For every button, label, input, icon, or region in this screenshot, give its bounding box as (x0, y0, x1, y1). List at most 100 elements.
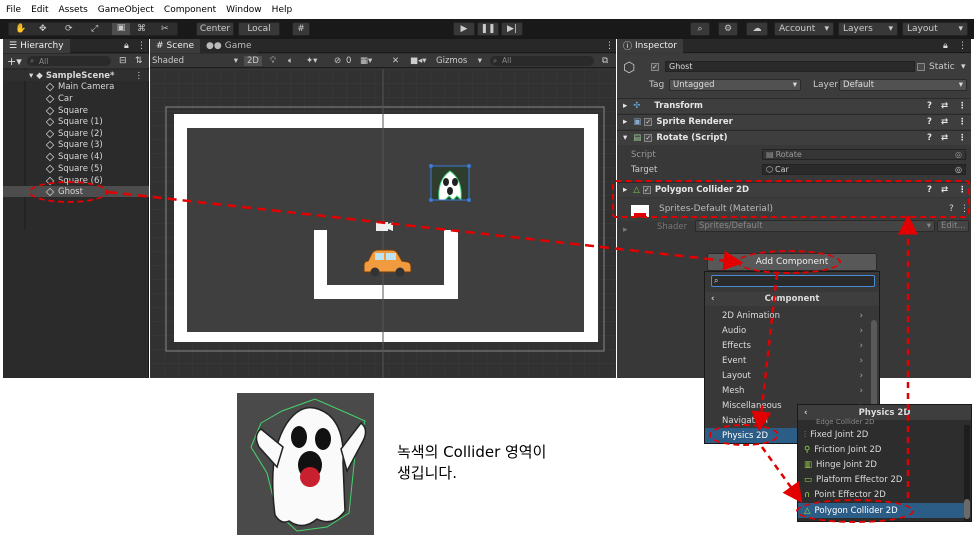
help-icon[interactable]: ? (927, 117, 932, 127)
menu-item[interactable]: Effects › (705, 338, 871, 353)
settings-icon[interactable]: ⇄ (941, 101, 948, 111)
more-icon[interactable]: ⋮ (958, 41, 967, 51)
grid-snap-icon[interactable]: # (292, 22, 310, 36)
tab-hierarchy[interactable]: ☰ Hierarchy (3, 38, 70, 53)
rotate-tool-icon[interactable]: ⟳ (65, 24, 73, 34)
foldout-icon[interactable]: ▸ (623, 117, 627, 127)
list-item[interactable]: Car (3, 93, 149, 104)
list-item[interactable]: Main Camera (3, 81, 149, 92)
scene-row[interactable]: ▾ ◆ SampleScene* ⋮ (3, 70, 149, 81)
more-icon[interactable]: ⋮ (605, 41, 614, 51)
object-name-field[interactable]: Ghost (665, 61, 915, 72)
move-tool-icon[interactable]: ✥ (39, 24, 47, 34)
enabled-checkbox[interactable]: ✓ (644, 118, 653, 126)
menu-file[interactable]: File (6, 5, 21, 15)
more-icon[interactable]: ⋮ (958, 101, 967, 111)
account-dropdown[interactable]: Account ▾ (774, 22, 834, 36)
cloud-icon[interactable]: ☁ (746, 22, 768, 36)
camera-icon[interactable]: ■◂▾ (410, 56, 427, 66)
light-icon[interactable]: 💡︎ (270, 56, 276, 66)
component-rotate-script[interactable]: ▾ ▤ ✓ Rotate (Script) ? ⇄ ⋮ (617, 130, 971, 145)
target-field[interactable]: ⬡ Car ◎ (762, 164, 966, 175)
back-chevron-icon[interactable]: ‹ (711, 294, 715, 304)
settings-icon[interactable]: ⇄ (941, 117, 948, 127)
effects-icon[interactable]: ✦▾ (306, 56, 317, 66)
foldout-icon[interactable]: ▾ (29, 71, 33, 81)
custom-tool-icon[interactable]: ✂ (161, 24, 169, 34)
menu-item[interactable]: Edge Collider 2D (798, 418, 875, 426)
target-circle-icon[interactable]: ◎ (955, 165, 962, 174)
list-item[interactable]: Square (5) (3, 163, 149, 174)
foldout-icon[interactable]: ▾ (623, 133, 627, 143)
tab-inspector[interactable]: ⓘ Inspector (617, 38, 683, 53)
component-sprite-renderer[interactable]: ▸ ▣ ✓ Sprite Renderer ? ⇄ ⋮ (617, 114, 971, 129)
menu-help[interactable]: Help (272, 5, 293, 15)
chevron-down-icon[interactable]: ▾ (961, 62, 966, 72)
pause-button[interactable]: ❚❚ (477, 22, 499, 36)
more-icon[interactable]: ⋮ (135, 71, 144, 81)
component-transform[interactable]: ▸ ✣ Transform ? ⇄ ⋮ (617, 98, 971, 113)
component-search-input[interactable]: ⌕ (711, 275, 875, 287)
pivot-center-button[interactable]: Center (196, 22, 234, 36)
more-icon[interactable]: ⋮ (137, 41, 146, 51)
active-checkbox[interactable]: ✓ (651, 63, 659, 71)
menu-item[interactable]: Layout › (705, 368, 871, 383)
play-button[interactable]: ▶ (453, 22, 475, 36)
step-button[interactable]: ▶| (501, 22, 523, 36)
foldout-icon[interactable]: ▸ (623, 101, 627, 111)
scene-viewport[interactable] (150, 69, 616, 378)
enabled-checkbox[interactable]: ✓ (644, 134, 653, 142)
layer-dropdown[interactable]: Default ▾ (839, 79, 967, 91)
menu-item[interactable]: Mesh › (705, 383, 871, 398)
settings-icon[interactable]: ⇄ (941, 133, 948, 143)
list-item[interactable]: Square (2) (3, 128, 149, 139)
menu-gameobject[interactable]: GameObject (98, 5, 154, 15)
gizmos-dropdown[interactable]: Gizmos ▾ (436, 56, 482, 66)
services-icon[interactable]: ⚙ (718, 22, 738, 36)
scale-tool-icon[interactable]: ⤢ (91, 24, 98, 34)
layout-dropdown[interactable]: Layout ▾ (902, 22, 968, 36)
visibility-icon[interactable]: ⊘ (334, 56, 341, 66)
lock-icon[interactable]: 🔒︎ (124, 41, 129, 51)
target-circle-icon[interactable]: ◎ (955, 150, 962, 159)
menu-item[interactable]: ⫶ Fixed Joint 2D (798, 427, 868, 442)
shader-edit-button[interactable]: Edit... (937, 220, 969, 232)
back-chevron-icon[interactable]: ‹ (804, 408, 808, 418)
scene-search-input[interactable]: ⌕ All (490, 55, 594, 66)
menu-edit[interactable]: Edit (31, 5, 48, 15)
list-item[interactable]: Square (1) (3, 116, 149, 127)
static-checkbox[interactable] (917, 63, 925, 71)
shader-dropdown[interactable]: Sprites/Default ▾ (695, 220, 935, 232)
lock-icon[interactable]: 🔒︎ (943, 41, 948, 51)
list-item[interactable]: Square (4) (3, 151, 149, 162)
help-icon[interactable]: ? (927, 101, 932, 111)
tab-scene[interactable]: # Scene (150, 38, 200, 53)
audio-icon[interactable]: 🔈︎ (288, 56, 293, 66)
list-item[interactable]: Square (3) (3, 139, 149, 150)
menu-assets[interactable]: Assets (59, 5, 88, 15)
scrollbar-thumb[interactable] (964, 499, 970, 519)
sort-icon[interactable]: ⇅ (135, 56, 143, 66)
list-item[interactable]: Square (3, 105, 149, 116)
shading-mode-dropdown[interactable]: Shaded ▾ (152, 56, 238, 66)
menu-item[interactable]: Audio › (705, 323, 871, 338)
menu-item[interactable]: ▭ Platform Effector 2D (798, 472, 902, 487)
grid-icon[interactable]: ▦▾ (360, 56, 372, 66)
search-icon[interactable]: ⌕ (690, 22, 710, 36)
menu-item[interactable]: ▥ Hinge Joint 2D (798, 457, 877, 472)
scrollbar[interactable] (964, 425, 970, 521)
tab-game[interactable]: ●● Game (200, 38, 258, 53)
more-icon[interactable]: ⋮ (958, 117, 967, 127)
rect-tool-icon[interactable]: ▣ (112, 23, 130, 35)
filter-icon[interactable]: ⊟ (119, 56, 127, 66)
hierarchy-search-input[interactable]: ⌕ All (27, 56, 111, 66)
layers-dropdown[interactable]: Layers ▾ (838, 22, 898, 36)
layers-icon[interactable]: ⧉ (602, 56, 608, 66)
menu-item[interactable]: Event › (705, 353, 871, 368)
help-icon[interactable]: ? (927, 133, 932, 143)
tag-dropdown[interactable]: Untagged ▾ (669, 79, 801, 91)
transform-tool-icon[interactable]: ⌘ (137, 24, 146, 34)
ghost-sprite[interactable] (429, 164, 471, 202)
tools-icon[interactable]: ✕ (392, 56, 399, 66)
menu-item[interactable]: 2D Animation › (705, 308, 871, 323)
